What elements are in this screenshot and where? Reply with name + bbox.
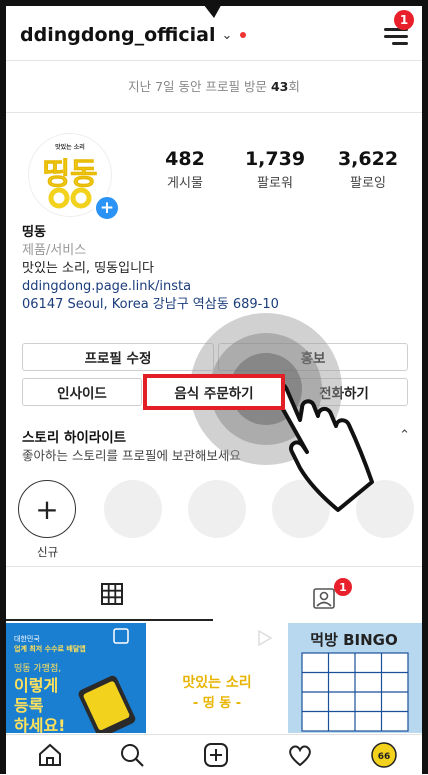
profile-address[interactable]: 06147 Seoul, Korea 강남구 역삼동 689-10: [22, 296, 279, 314]
order-food-button[interactable]: 음식 주문하기: [143, 374, 285, 410]
notification-dot-icon: [240, 32, 247, 38]
stat-following[interactable]: 3,622 팔로잉: [323, 148, 413, 191]
svg-text:띵동: 띵동: [42, 157, 97, 192]
post2-line1: 맛있는 소리: [182, 674, 251, 691]
pointer-arrow-icon: [200, 0, 224, 18]
chevron-down-icon[interactable]: ⌄: [221, 28, 232, 43]
post1-line2: 업계 최저 수수료 배달앱: [14, 644, 86, 653]
story-highlights-title: 스토리 하이라이트: [22, 430, 127, 446]
tabs-divider: [6, 566, 422, 567]
chevron-up-icon[interactable]: ⌃: [399, 428, 410, 443]
visits-suffix: 회: [288, 79, 300, 94]
post-register-art: 대한민국 업계 최저 수수료 배달앱 띵동 가맹점, 이렇게 등록 하세요!: [6, 623, 146, 733]
call-button[interactable]: 전화하기: [280, 378, 408, 406]
svg-text:66: 66: [378, 752, 391, 762]
profile-bio: 띵동 제품/서비스 맛있는 소리, 띵동입니다 ddingdong.page.l…: [22, 224, 279, 314]
profile-category: 제품/서비스: [22, 243, 87, 258]
profile-visits-text: 지난 7일 동안 프로필 방문 43회: [0, 76, 428, 95]
following-count: 3,622: [337, 148, 399, 170]
post-tile-sound[interactable]: 맛있는 소리 - 띵 동 -: [147, 623, 287, 733]
post-tile-register[interactable]: 대한민국 업계 최저 수수료 배달앱 띵동 가맹점, 이렇게 등록 하세요!: [6, 623, 146, 733]
highlight-placeholder: [188, 480, 246, 538]
edit-profile-button[interactable]: 프로필 수정: [22, 343, 214, 371]
menu-notification-badge: 1: [394, 10, 414, 30]
heart-icon[interactable]: [286, 741, 314, 769]
grid-icon[interactable]: [100, 582, 124, 606]
new-highlight-label: 신규: [37, 545, 59, 559]
post1-line3: 띵동 가맹점,: [14, 662, 61, 674]
post3-title: 먹방 BINGO: [310, 631, 397, 649]
new-highlight-button[interactable]: +: [18, 480, 76, 538]
instagram-profile-screen: ddingdong_official ⌄ 1 지난 7일 동안 프로필 방문 4…: [0, 0, 428, 775]
story-highlights-subtitle: 좋아하는 스토리를 프로필에 보관해보세요: [22, 448, 241, 463]
post-tile-bingo[interactable]: 먹방 BINGO: [288, 623, 422, 733]
following-label: 팔로잉: [350, 176, 386, 191]
stat-posts[interactable]: 482 게시물: [140, 148, 230, 191]
search-icon[interactable]: [118, 741, 146, 769]
posts-count: 482: [165, 148, 205, 170]
post2-line2: - 띵 동 -: [193, 695, 241, 711]
highlight-placeholder: [356, 480, 414, 538]
profile-avatar-icon[interactable]: 66: [370, 741, 398, 769]
post-sound-art: 맛있는 소리 - 띵 동 -: [147, 623, 287, 733]
plus-icon: +: [35, 492, 59, 526]
profile-header[interactable]: ddingdong_official ⌄: [20, 22, 247, 48]
promote-button[interactable]: 홍보: [218, 343, 408, 371]
highlight-placeholder: [104, 480, 162, 538]
svg-text:맛있는 소리: 맛있는 소리: [55, 143, 85, 151]
post1-line5: 등록: [14, 696, 44, 715]
header-divider: [6, 60, 422, 61]
post1-line1: 대한민국: [14, 634, 40, 643]
followers-label: 팔로워: [257, 176, 293, 191]
add-post-icon[interactable]: [202, 741, 230, 769]
home-icon[interactable]: [36, 741, 64, 769]
highlight-placeholder: [272, 480, 330, 538]
visits-prefix: 지난 7일 동안 프로필 방문: [128, 79, 267, 94]
add-story-plus-icon[interactable]: +: [94, 195, 120, 221]
visits-count: 43: [270, 79, 289, 94]
post1-line4: 이렇게: [14, 676, 58, 695]
frame-border-left: [0, 0, 6, 774]
frame-border-right: [422, 0, 428, 774]
profile-name: 띵동: [22, 225, 46, 240]
insights-button[interactable]: 인사이드: [22, 378, 142, 406]
post1-line6: 하세요!: [14, 716, 65, 733]
followers-count: 1,739: [244, 148, 306, 170]
bottom-navigation: 66: [6, 734, 422, 775]
profile-description: 맛있는 소리, 띵동입니다: [22, 261, 154, 276]
tagged-notification-badge: 1: [334, 578, 352, 596]
posts-label: 게시물: [167, 176, 203, 191]
visits-divider: [6, 112, 422, 113]
post-bingo-art: 먹방 BINGO: [288, 623, 422, 733]
stat-followers[interactable]: 1,739 팔로워: [230, 148, 320, 191]
profile-link[interactable]: ddingdong.page.link/insta: [22, 278, 279, 296]
username[interactable]: ddingdong_official: [20, 24, 215, 46]
active-tab-indicator: [6, 619, 213, 621]
